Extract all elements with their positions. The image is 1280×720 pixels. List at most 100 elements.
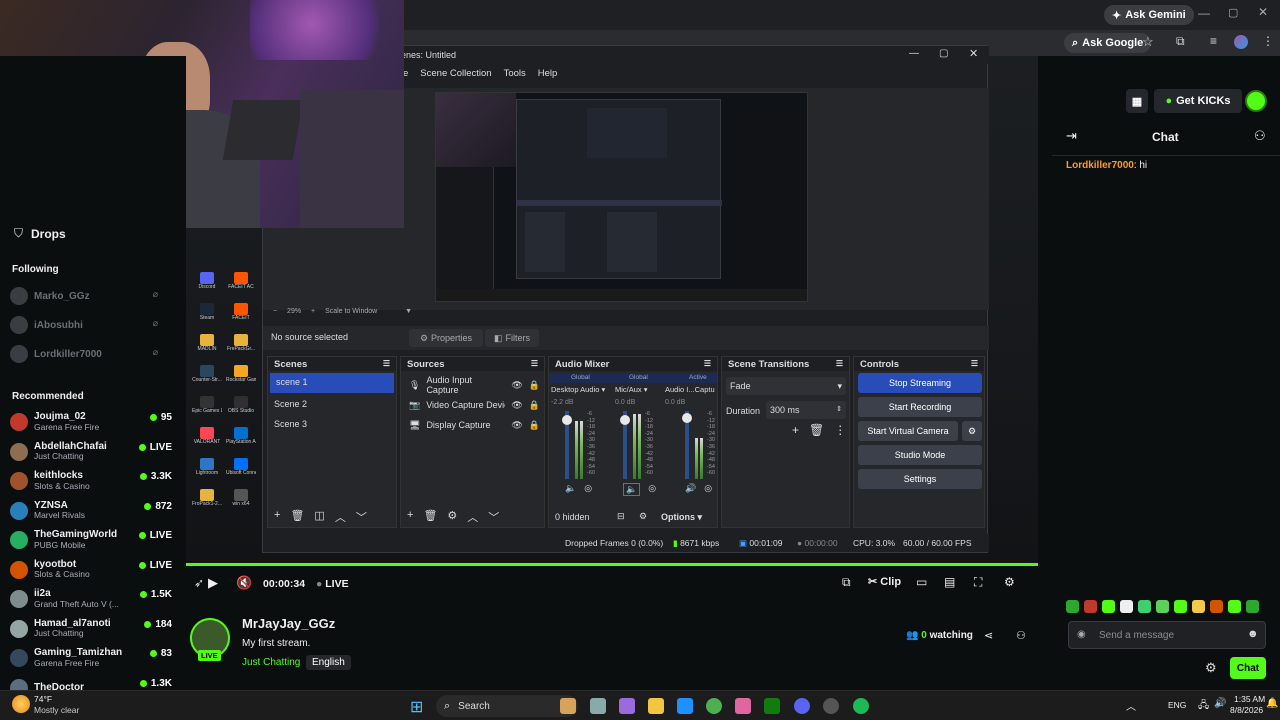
copilot-icon[interactable] xyxy=(619,698,635,714)
follow-icon[interactable]: ⚇ xyxy=(1016,629,1026,642)
user-avatar[interactable] xyxy=(1245,90,1267,112)
dock-menu-icon[interactable]: ☰ xyxy=(971,359,978,368)
drops-link[interactable]: ⛉ Drops xyxy=(14,226,66,241)
extensions-icon[interactable]: ⧉ xyxy=(1176,34,1185,49)
move-down-icon[interactable]: ﹀ xyxy=(488,509,499,525)
emote-icon[interactable] xyxy=(1066,600,1079,613)
recommended-item[interactable]: keithlocks Slots & Casino 3.3K xyxy=(10,467,180,495)
dock-menu-icon[interactable]: ☰ xyxy=(704,359,711,368)
studio-mode-button[interactable]: Studio Mode xyxy=(858,445,982,465)
following-item[interactable]: Marko_GGz ⌀ xyxy=(10,282,180,310)
bookmark-star-icon[interactable]: ☆ xyxy=(1142,34,1154,50)
zoom-out-icon[interactable]: − xyxy=(273,308,277,315)
emote-icon[interactable] xyxy=(1138,600,1151,613)
photos-icon[interactable] xyxy=(735,698,751,714)
menu-help[interactable]: Help xyxy=(538,68,558,84)
layout-icon[interactable]: ⊟ xyxy=(617,511,625,522)
options-button[interactable]: Options ▾ xyxy=(661,512,702,523)
media-icon[interactable]: ≡ xyxy=(1210,34,1217,48)
move-up-icon[interactable]: ︿ xyxy=(335,509,346,525)
scene-item-2[interactable]: Scene 2 xyxy=(268,395,396,415)
clock-time[interactable]: 1:35 AM xyxy=(1234,694,1265,704)
play-icon[interactable]: ▶ xyxy=(208,575,218,591)
lock-icon[interactable]: 🔒 xyxy=(529,400,544,411)
collapse-chat-icon[interactable]: ⇥ xyxy=(1066,128,1077,144)
clip-button[interactable]: ✂ Clip xyxy=(868,575,901,588)
theater-icon[interactable]: ▤ xyxy=(944,575,955,589)
transition-select[interactable]: Fade ▾ xyxy=(726,377,846,395)
network-icon[interactable]: 🖧 xyxy=(1198,698,1209,715)
desktop-icon[interactable]: OBS Studio xyxy=(226,396,256,414)
menu-scene-collection[interactable]: Scene Collection xyxy=(420,68,491,84)
scene-filters-icon[interactable]: ◫ xyxy=(314,509,324,525)
cat-icon[interactable] xyxy=(560,698,576,714)
recommended-item[interactable]: AbdellahChafai Just Chatting LIVE xyxy=(10,438,180,466)
desktop-icon[interactable]: Counter-Str... xyxy=(192,365,222,383)
captions-icon[interactable]: ▭ xyxy=(916,575,927,589)
start-recording-button[interactable]: Start Recording xyxy=(858,397,982,417)
source-video-capture[interactable]: 📷 Video Capture Device 👁 🔒 xyxy=(401,395,544,415)
desktop-icon[interactable]: Steam xyxy=(192,303,222,321)
ask-google-button[interactable]: ⌕ Ask Google xyxy=(1064,33,1152,53)
file-explorer-icon[interactable] xyxy=(648,698,664,714)
scale-mode[interactable]: Scale to Window xyxy=(325,308,377,315)
task-view-icon[interactable] xyxy=(590,698,606,714)
send-chat-button[interactable]: Chat xyxy=(1230,657,1266,679)
volume-meter[interactable]: -6 -12 -18 -24 -30 -36 -42 -48 -54 -60 xyxy=(620,411,663,481)
streamer-name[interactable]: MrJayJay_GGz xyxy=(242,616,335,631)
scene-item-3[interactable]: Scene 3 xyxy=(268,415,396,435)
obs-minimize-icon[interactable]: — xyxy=(909,48,919,59)
fader-handle[interactable] xyxy=(682,413,692,423)
emote-icon[interactable] xyxy=(1102,600,1115,613)
virtual-camera-settings-icon[interactable]: ⚙ xyxy=(962,421,982,441)
chat-settings-icon[interactable]: ⚙ xyxy=(1205,660,1217,676)
clock-date[interactable]: 8/8/2026 xyxy=(1230,705,1263,715)
following-item[interactable]: Lordkiller7000 ⌀ xyxy=(10,340,180,368)
mute-icon[interactable]: 🔈 xyxy=(623,483,641,496)
obs-maximize-icon[interactable]: ▢ xyxy=(939,48,948,59)
monitor-icon[interactable]: ◎ xyxy=(648,483,656,496)
monitor-icon[interactable]: ◎ xyxy=(704,483,712,494)
recommended-item[interactable]: ii2a Grand Theft Auto V (... 1.5K xyxy=(10,585,180,613)
profile-avatar[interactable] xyxy=(1234,35,1248,49)
share-icon[interactable]: ⋖ xyxy=(984,629,993,642)
mute-icon[interactable]: 🔈 xyxy=(565,483,576,494)
desktop-icon[interactable]: PlayStation Accessories xyxy=(226,427,256,445)
desktop-icon[interactable]: Lightroom xyxy=(192,458,222,476)
menu-tools[interactable]: Tools xyxy=(504,68,526,84)
mixer-channel-mic[interactable]: Mic/Aux ▾ xyxy=(615,385,648,394)
move-up-icon[interactable]: ︿ xyxy=(467,509,478,525)
duration-input[interactable]: 300 ms ⇕ xyxy=(766,401,846,419)
windows-start-icon[interactable]: ⊞ xyxy=(410,697,423,717)
notification-icon[interactable]: 🔔 xyxy=(1266,698,1278,709)
obs-preview-canvas[interactable] xyxy=(435,92,808,302)
language-indicator[interactable]: ENG xyxy=(1168,700,1186,710)
chrome-icon[interactable] xyxy=(706,698,722,714)
maximize-icon[interactable]: ▢ xyxy=(1228,6,1238,19)
recommended-item[interactable]: Hamad_al7anoti Just Chatting 184 xyxy=(10,615,180,643)
store-icon[interactable]: ▦ xyxy=(1126,89,1148,113)
emote-icon[interactable] xyxy=(1210,600,1223,613)
monitor-icon[interactable]: ◎ xyxy=(584,483,592,494)
menu-icon[interactable]: ⋮ xyxy=(1262,34,1274,48)
eye-icon[interactable]: 👁 xyxy=(511,380,522,391)
fader-handle[interactable] xyxy=(620,415,630,425)
desktop-icon[interactable]: FACEIT AC xyxy=(226,272,256,290)
recommended-item[interactable]: kyootbot Slots & Casino LIVE xyxy=(10,556,180,584)
emote-icon[interactable] xyxy=(1228,600,1241,613)
mixer-channel-desktop[interactable]: Desktop Audio ▾ xyxy=(551,385,605,394)
obs-close-icon[interactable]: ✕ xyxy=(969,47,978,60)
stream-category[interactable]: Just Chatting xyxy=(242,657,300,668)
stop-streaming-button[interactable]: Stop Streaming xyxy=(858,373,982,393)
fullscreen-icon[interactable]: ⛶ xyxy=(974,575,982,590)
volume-icon[interactable]: 🔊 xyxy=(685,483,696,494)
settings-button[interactable]: Settings xyxy=(858,469,982,489)
recommended-item[interactable]: TheGamingWorld PUBG Mobile LIVE xyxy=(10,526,180,554)
dock-menu-icon[interactable]: ☰ xyxy=(531,359,538,368)
move-down-icon[interactable]: ﹀ xyxy=(356,509,367,525)
chat-username[interactable]: Lordkiller7000 xyxy=(1066,160,1134,171)
add-scene-icon[interactable]: + xyxy=(274,509,280,525)
emote-icon[interactable] xyxy=(1246,600,1259,613)
settings-icon[interactable]: ⚙ xyxy=(1004,575,1015,589)
properties-button[interactable]: ⚙ Properties xyxy=(409,329,483,347)
